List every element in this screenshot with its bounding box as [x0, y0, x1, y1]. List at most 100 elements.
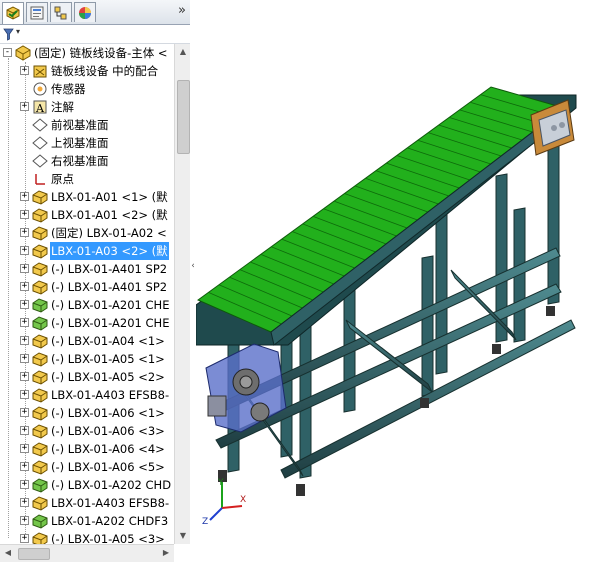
expand-icon[interactable]: +	[20, 282, 29, 291]
part-icon	[32, 495, 48, 511]
scroll-down-icon[interactable]: ▼	[175, 528, 190, 544]
graphics-viewport[interactable]: Y X Z	[195, 0, 599, 563]
expand-icon[interactable]: +	[20, 444, 29, 453]
tree-item[interactable]: + (-) LBX-01-A06 <4>	[0, 440, 174, 458]
tree-item-label: (-) LBX-01-A401 SP2	[51, 262, 168, 276]
horizontal-scrollbar[interactable]: ◀ ▶	[0, 544, 174, 562]
expand-icon[interactable]: +	[20, 246, 29, 255]
tree-item[interactable]: + (-) LBX-01-A06 <3>	[0, 422, 174, 440]
tree-item-label: 前视基准面	[51, 118, 109, 132]
expand-icon[interactable]: +	[20, 102, 29, 111]
tree-item-label: LBX-01-A01 <1> (默	[51, 190, 168, 204]
tree-item[interactable]: + LBX-01-A403 EFSB8-	[0, 386, 174, 404]
tree-item[interactable]: 传感器	[0, 80, 174, 98]
part-icon	[32, 423, 48, 439]
tree-item[interactable]: + (-) LBX-01-A05 <1>	[0, 350, 174, 368]
plane-icon	[32, 135, 48, 151]
expand-icon[interactable]: +	[20, 192, 29, 201]
hscroll-thumb[interactable]	[18, 548, 50, 560]
triad-z-label: Z	[202, 517, 208, 526]
property-manager-icon	[30, 6, 44, 20]
tree-item-label: LBX-01-A403 EFSB8-	[51, 388, 170, 402]
plane-icon	[32, 153, 48, 169]
feature-manager-icon	[6, 6, 20, 20]
filter-dropdown-icon[interactable]: ▾	[16, 27, 20, 36]
configuration-manager-icon	[54, 6, 67, 20]
expand-icon[interactable]: +	[20, 354, 29, 363]
expand-icon[interactable]: +	[20, 264, 29, 273]
part-icon	[32, 405, 48, 421]
part-icon	[32, 387, 48, 403]
expand-icon[interactable]: +	[20, 66, 29, 75]
funnel-icon[interactable]	[3, 26, 14, 45]
tree-item-label: (-) LBX-01-A202 CHD	[51, 478, 172, 492]
sensor-icon	[32, 81, 48, 97]
tree-item[interactable]: 原点	[0, 170, 174, 188]
tree-item[interactable]: + (-) LBX-01-A202 CHD	[0, 476, 174, 494]
tree-item[interactable]: + LBX-01-A03 <2> (默	[0, 242, 174, 260]
expand-icon[interactable]: +	[20, 228, 29, 237]
tree-item[interactable]: + LBX-01-A01 <1> (默	[0, 188, 174, 206]
tree-item[interactable]: 上视基准面	[0, 134, 174, 152]
tab-display-manager[interactable]	[74, 2, 96, 22]
tree-item[interactable]: + A 注解	[0, 98, 174, 116]
tree-item-label: (固定) LBX-01-A02 <	[51, 226, 167, 240]
tab-feature-manager[interactable]	[2, 2, 24, 24]
tree-item[interactable]: + (-) LBX-01-A401 SP2	[0, 260, 174, 278]
tab-configuration-manager[interactable]	[50, 2, 72, 22]
tree-item[interactable]: + (固定) LBX-01-A02 <	[0, 224, 174, 242]
tree-item[interactable]: + 链板线设备 中的配合	[0, 62, 174, 80]
tree-item-label: 右视基准面	[51, 154, 109, 168]
tree-item[interactable]: + (-) LBX-01-A06 <1>	[0, 404, 174, 422]
tree-item[interactable]: + LBX-01-A202 CHDF3	[0, 512, 174, 530]
expand-icon[interactable]: +	[20, 390, 29, 399]
tree-item-label: LBX-01-A202 CHDF3	[51, 514, 169, 528]
part-icon	[32, 333, 48, 349]
tree-item-label: 原点	[51, 172, 74, 186]
part-icon	[32, 441, 48, 457]
tree-item[interactable]: 右视基准面	[0, 152, 174, 170]
filter-bar: ▾	[0, 25, 190, 44]
tree-item-label: (-) LBX-01-A05 <1>	[51, 352, 165, 366]
tree-item-label: (-) LBX-01-A06 <4>	[51, 442, 165, 456]
plane-icon	[32, 117, 48, 133]
expand-icon[interactable]: +	[20, 516, 29, 525]
tree-item[interactable]: + (-) LBX-01-A401 SP2	[0, 278, 174, 296]
scroll-thumb[interactable]	[177, 80, 190, 154]
tree-item[interactable]: + (-) LBX-01-A04 <1>	[0, 332, 174, 350]
collapse-icon[interactable]: -	[3, 48, 12, 57]
feature-tree: - (固定) 链板线设备-主体 < + 链板线设备 中的配合 传感器 + A 注解前视基准面上…	[0, 44, 174, 547]
expand-icon[interactable]: +	[20, 534, 29, 543]
scroll-right-icon[interactable]: ▶	[158, 545, 174, 561]
tree-item[interactable]: + (-) LBX-01-A05 <2>	[0, 368, 174, 386]
expand-icon[interactable]: +	[20, 426, 29, 435]
panel-tab-bar: »	[0, 0, 190, 25]
part-icon	[32, 261, 48, 277]
annotation-icon: A	[32, 99, 48, 115]
scroll-up-icon[interactable]: ▲	[175, 44, 190, 60]
expand-icon[interactable]: +	[20, 408, 29, 417]
expand-icon[interactable]: +	[20, 372, 29, 381]
expand-icon[interactable]: +	[20, 210, 29, 219]
tree-item[interactable]: 前视基准面	[0, 116, 174, 134]
expand-icon[interactable]: +	[20, 336, 29, 345]
part-icon	[32, 225, 48, 241]
expand-icon[interactable]: +	[20, 318, 29, 327]
expand-icon[interactable]: +	[20, 462, 29, 471]
tabs-overflow-icon[interactable]: »	[178, 3, 186, 18]
part-icon	[32, 189, 48, 205]
part-icon	[32, 369, 48, 385]
tree-item[interactable]: + (-) LBX-01-A201 CHE	[0, 314, 174, 332]
vertical-scrollbar[interactable]: ▲ ▼	[174, 44, 190, 544]
tab-property-manager[interactable]	[26, 2, 48, 22]
tree-item[interactable]: + (-) LBX-01-A201 CHE	[0, 296, 174, 314]
view-triad: Y X Z	[202, 478, 246, 526]
tree-item[interactable]: + (-) LBX-01-A06 <5>	[0, 458, 174, 476]
tree-item[interactable]: - (固定) 链板线设备-主体 <	[0, 44, 174, 62]
expand-icon[interactable]: +	[20, 498, 29, 507]
expand-icon[interactable]: +	[20, 480, 29, 489]
scroll-left-icon[interactable]: ◀	[0, 545, 16, 561]
tree-item[interactable]: + LBX-01-A403 EFSB8-	[0, 494, 174, 512]
tree-item[interactable]: + LBX-01-A01 <2> (默	[0, 206, 174, 224]
expand-icon[interactable]: +	[20, 300, 29, 309]
